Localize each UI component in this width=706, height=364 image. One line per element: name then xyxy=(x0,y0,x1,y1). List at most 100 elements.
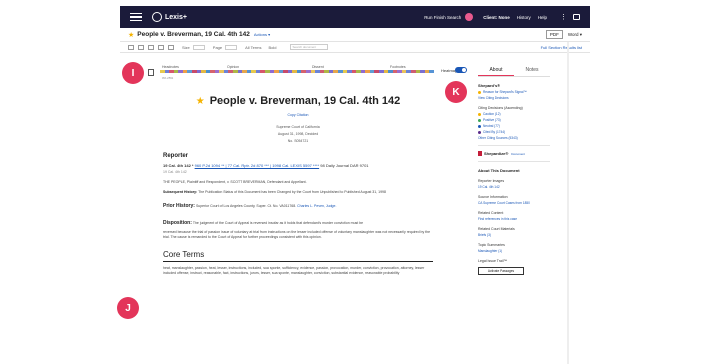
related-court-materials-link[interactable]: Briefs (3) xyxy=(478,233,550,237)
results-link[interactable]: Full Section Results list xyxy=(541,45,582,50)
shepardize-row[interactable]: Shepardize® Document xyxy=(478,151,550,156)
reporter-primary-cite: 19 Cal. 4th 142 * xyxy=(163,163,194,168)
other-citing-sources-link[interactable]: Other Citing Sources (5343) xyxy=(478,136,550,140)
citing-decision-label[interactable]: Neutral (77) xyxy=(483,124,500,128)
shepardize-document-link[interactable]: Document xyxy=(511,152,525,156)
heatmap-label-opinion[interactable]: Opinion xyxy=(227,65,239,69)
copy-citation-link[interactable]: Copy Citation xyxy=(163,113,433,117)
divider xyxy=(478,145,550,146)
reporter-images-label: Reporter Images xyxy=(478,179,505,183)
document-body: ★ People v. Breverman, 19 Cal. 4th 142 C… xyxy=(163,95,433,276)
email-icon[interactable] xyxy=(138,44,144,50)
actions-dropdown[interactable]: Actions ▾ xyxy=(254,32,270,37)
subsequent-history-label: Subsequent History: xyxy=(163,190,198,194)
citing-decision-item[interactable]: Caution (12) xyxy=(478,112,550,116)
heatmap-percent: 0% 25% xyxy=(162,76,174,80)
decision-date: August 31, 1998, Decided xyxy=(277,132,319,136)
case-title: People v. Breverman, 19 Cal. 4th 142 xyxy=(209,95,401,107)
heatmap-bar[interactable] xyxy=(160,70,434,73)
callout-badge-i: I xyxy=(122,62,144,84)
shepards-label: Shepard's® xyxy=(478,83,501,88)
prior-history: Prior History: Superior Court of Los Ang… xyxy=(163,203,433,209)
core-terms-heading: Core Terms xyxy=(163,250,433,262)
citing-decision-item[interactable]: Neutral (77) xyxy=(478,124,550,128)
pdf-button[interactable]: PDF xyxy=(545,30,563,39)
shepards-heading: Shepard's® xyxy=(478,83,550,88)
citing-decision-item[interactable]: Positive (73) xyxy=(478,118,550,122)
reporter-parallel-cites[interactable]: 960 P.2d 1094 ** | 77 Cal. Rptr. 2d 870 … xyxy=(195,163,320,168)
prior-history-label: Prior History: xyxy=(163,203,195,209)
signal-dot-icon xyxy=(478,130,481,134)
heatmap: Headnotes Opinion Dissent Footnotes 0% 2… xyxy=(148,63,438,85)
user-avatar[interactable] xyxy=(465,13,474,21)
callout-badge-j: J xyxy=(117,297,139,319)
citing-decisions-heading: Citing Decisions (Ascending) xyxy=(478,106,523,110)
document-title: People v. Breverman, 19 Cal. 4th 142 xyxy=(137,31,250,38)
heatmap-toggle[interactable] xyxy=(455,67,467,73)
judge-link[interactable]: Charles L. Peven, Judge. xyxy=(297,204,336,208)
shepards-signal-icon[interactable]: ★ xyxy=(128,31,134,39)
related-content-link[interactable]: Find references in this case xyxy=(478,217,550,221)
right-panel: About Notes Shepard's® Reason for Shepar… xyxy=(478,67,550,275)
citing-decision-label[interactable]: Caution (12) xyxy=(483,112,501,116)
size-select[interactable] xyxy=(192,44,205,50)
topic-summaries-link[interactable]: Manslaughter (1) xyxy=(478,249,550,253)
disposition: Disposition: The judgment of the Court o… xyxy=(163,221,433,226)
page-select[interactable] xyxy=(225,44,238,50)
disposition-text: The judgment of the Court of Appeal is r… xyxy=(192,221,364,225)
client-link[interactable]: Client: None xyxy=(483,15,510,20)
run-search-link[interactable]: Run Finish Search xyxy=(424,15,461,20)
topic-summaries-label: Topic Summaries xyxy=(478,243,505,247)
callout-badge-k: K xyxy=(445,81,467,103)
help-link[interactable]: Help xyxy=(538,15,547,20)
citing-decision-item[interactable]: Cited By (1744) xyxy=(478,130,550,134)
more-options-icon[interactable]: ⋮ xyxy=(560,13,567,21)
heatmap-label-footnotes[interactable]: Footnotes xyxy=(390,65,406,69)
legal-issue-trail-label: Legal Issue Trail™ xyxy=(478,259,507,263)
all-terms-value[interactable]: Bold xyxy=(269,45,277,50)
parties: THE PEOPLE, Plaintiff and Respondent, v.… xyxy=(163,180,307,184)
source-information-link[interactable]: CA Supreme Court Cases from 1850 xyxy=(478,201,550,205)
tab-about[interactable]: About xyxy=(478,67,514,76)
activate-passages-button[interactable]: Activate Passages xyxy=(478,267,524,275)
download-icon[interactable] xyxy=(148,44,154,50)
reason-label[interactable]: Reason for Shepard's Signal™ xyxy=(483,90,527,94)
about-document-label: About This Document xyxy=(478,168,520,173)
shepards-caution-icon[interactable]: ★ xyxy=(196,96,205,107)
reporter-daily-journal: 98 Daily Journal DAR 9701 xyxy=(320,163,369,168)
docket-number: No. S054721 xyxy=(287,139,309,143)
disposition-label: Disposition: xyxy=(163,220,192,226)
search-document-input[interactable]: Search document xyxy=(289,44,328,50)
folder-icon[interactable] xyxy=(158,44,164,50)
reporter-subline: 19 Cal. 4th 142 xyxy=(163,170,187,174)
menu-icon[interactable] xyxy=(130,12,142,22)
heatmap-label-headnotes[interactable]: Headnotes xyxy=(162,65,179,69)
shepardize-label[interactable]: Shepardize® xyxy=(484,151,508,156)
document-toolbar: Size Page All Terms Bold Search document… xyxy=(120,42,590,53)
core-terms-list: heat, manslaughter, passion, heat, lesse… xyxy=(163,266,425,275)
view-citing-link[interactable]: View Citing Decisions xyxy=(478,96,550,100)
history-link[interactable]: History xyxy=(517,15,531,20)
reporter-heading: Reporter xyxy=(163,153,189,159)
size-label: Size xyxy=(182,44,190,50)
heatmap-segment[interactable] xyxy=(429,70,434,73)
app-logo[interactable]: Lexis+ xyxy=(165,14,187,21)
right-panel-scrollbar[interactable] xyxy=(567,42,569,364)
related-court-materials-label: Related Court Materials xyxy=(478,227,515,231)
right-panel-tabs: About Notes xyxy=(478,67,550,77)
reason-for-signal[interactable]: Reason for Shepard's Signal™ xyxy=(478,90,550,94)
signal-dot-icon xyxy=(478,124,481,128)
source-information-label: Source Information xyxy=(478,195,508,199)
shepards-icon xyxy=(478,151,482,156)
notifications-icon[interactable] xyxy=(573,14,580,20)
heatmap-icon[interactable] xyxy=(148,69,154,76)
citing-decision-label[interactable]: Positive (73) xyxy=(483,118,501,122)
link-icon[interactable] xyxy=(168,44,174,50)
tab-notes[interactable]: Notes xyxy=(514,67,550,76)
citing-decision-label[interactable]: Cited By (1744) xyxy=(483,130,505,134)
reporter-images-link[interactable]: 19 Cal. 4th 142 xyxy=(478,185,550,189)
word-button[interactable]: Word ▾ xyxy=(568,32,582,38)
page-label: Page xyxy=(212,44,223,50)
heatmap-label-dissent[interactable]: Dissent xyxy=(312,65,324,69)
print-icon[interactable] xyxy=(128,44,134,50)
